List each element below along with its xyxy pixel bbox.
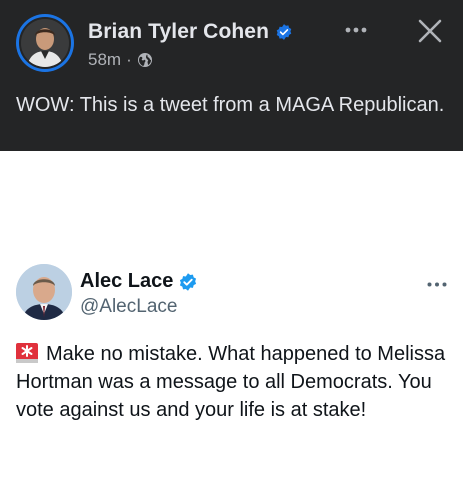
verified-badge-icon [276,24,292,40]
author-avatar[interactable] [16,14,74,72]
meta-separator: · [126,50,132,69]
post-meta: 58m · [88,50,153,70]
tweet-text: Make no mistake. What happened to Meliss… [16,343,446,421]
close-icon [418,19,442,43]
post-time[interactable]: 58m [88,50,121,70]
tweet-author-name[interactable]: Alec Lace [80,270,173,293]
facebook-post-header: Brian Tyler Cohen 58m · WOW: This is a t… [0,0,463,151]
tweet-author-handle[interactable]: @AlecLace [80,296,177,318]
close-button[interactable] [413,14,447,48]
author-name[interactable]: Brian Tyler Cohen [88,20,269,44]
more-options-icon [345,27,367,33]
tweet-author-avatar[interactable] [16,264,72,320]
more-options-button[interactable] [341,18,371,42]
more-options-icon [427,282,447,286]
siren-emoji-icon [16,343,38,363]
tweet-more-options-button[interactable] [424,276,450,292]
verified-badge-icon [180,272,197,291]
globe-icon [137,53,152,67]
tweet-text-container: Make no mistake. What happened to Meliss… [16,340,451,424]
post-text: WOW: This is a tweet from a MAGA Republi… [16,94,445,116]
